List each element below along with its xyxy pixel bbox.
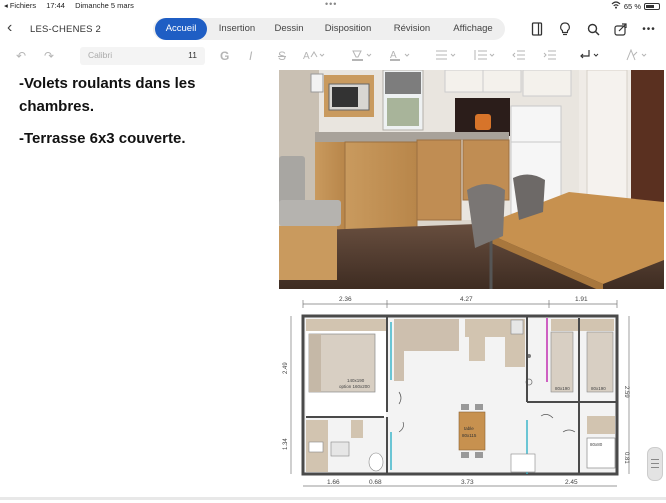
paragraph-mark-icon[interactable] <box>578 49 602 64</box>
font-size[interactable]: 11 <box>188 50 197 60</box>
font-name: Calibri <box>88 50 113 60</box>
styles-icon[interactable] <box>626 48 650 64</box>
chevron-left-icon[interactable]: ‹ <box>7 20 12 36</box>
increase-indent-icon[interactable] <box>543 49 557 64</box>
wifi-icon <box>611 1 621 11</box>
page-icon[interactable] <box>528 20 546 38</box>
dim-left-1: 2.49 <box>283 362 289 374</box>
more-icon[interactable]: ••• <box>640 20 658 38</box>
dim-bottom-4: 2.45 <box>565 479 578 486</box>
table-label: table <box>464 426 474 431</box>
clock: 17:44 <box>46 1 65 10</box>
scroll-handle[interactable] <box>647 447 663 481</box>
text-line-chambres[interactable]: chambres. <box>19 96 94 118</box>
bed-main-dim-1: 140x190 <box>347 378 365 383</box>
dim-top-1: 2.36 <box>339 296 352 303</box>
bold-button[interactable]: G <box>220 49 229 63</box>
lightbulb-icon[interactable] <box>556 20 574 38</box>
dim-right-1: 2.59 <box>623 386 629 398</box>
status-bar: ◂ Fichiers 17:44 Dimanche 5 mars ••• 65 … <box>0 0 666 12</box>
back-to-files[interactable]: ◂ Fichiers <box>4 1 36 10</box>
dim-right-2: 0.81 <box>623 452 629 464</box>
redo-icon[interactable]: ↷ <box>44 49 54 63</box>
bullet-list-icon[interactable] <box>435 49 459 64</box>
strikethrough-button[interactable]: S <box>278 49 286 63</box>
kitchen-photo[interactable] <box>279 70 664 289</box>
text-effects-icon[interactable]: A <box>303 49 325 64</box>
tab-disposition[interactable]: Disposition <box>315 18 381 40</box>
battery-icon <box>644 2 660 10</box>
italic-button[interactable]: I <box>249 49 252 63</box>
tab-revision[interactable]: Révision <box>385 18 439 40</box>
tab-affichage[interactable]: Affichage <box>443 18 503 40</box>
font-picker[interactable]: Calibri 11 <box>80 47 205 65</box>
format-toolbar: ↶ ↷ Calibri 11 G I S A A <box>0 46 666 68</box>
undo-icon[interactable]: ↶ <box>16 49 26 63</box>
multitask-dots[interactable]: ••• <box>325 0 337 9</box>
tab-accueil[interactable]: Accueil <box>155 18 207 40</box>
dim-bottom-1: 1.66 <box>327 479 340 486</box>
tab-dessin[interactable]: Dessin <box>267 18 311 40</box>
svg-text:A: A <box>303 51 310 61</box>
table-dim: 80x115 <box>462 433 477 438</box>
dim-bottom-3: 3.73 <box>461 479 474 486</box>
ribbon-tabs: Accueil Insertion Dessin Disposition Rév… <box>153 18 505 40</box>
font-color-icon[interactable]: A <box>389 49 413 64</box>
text-line-terrasse[interactable]: -Terrasse 6x3 couverte. <box>19 128 186 150</box>
decrease-indent-icon[interactable] <box>512 49 526 64</box>
floor-plan-image[interactable]: 2.36 4.27 1.91 140x190 option 160x200 80… <box>279 292 654 498</box>
bed-a-dim: 80x190 <box>555 386 570 391</box>
search-icon[interactable] <box>584 20 602 38</box>
document-title[interactable]: LES-CHENES 2 <box>30 24 101 35</box>
bed-b-dim: 80x190 <box>591 386 606 391</box>
tab-insertion[interactable]: Insertion <box>211 18 263 40</box>
app-toolbar: ‹ LES-CHENES 2 Accueil Insertion Dessin … <box>0 15 666 43</box>
share-icon[interactable] <box>612 20 630 38</box>
numbered-list-icon[interactable] <box>474 49 498 64</box>
dim-top-2: 4.27 <box>460 296 473 303</box>
highlight-icon[interactable] <box>351 49 375 64</box>
dim-left-2: 1.34 <box>283 438 289 450</box>
dim-bottom-2: 0.68 <box>369 479 382 486</box>
dim-top-3: 1.91 <box>575 296 588 303</box>
date: Dimanche 5 mars <box>75 1 134 10</box>
bed-main-dim-2: option 160x200 <box>339 384 370 389</box>
text-line-volets[interactable]: -Volets roulants dans les <box>19 73 195 95</box>
shower-dim: 80x80 <box>590 442 603 447</box>
battery-percent: 65 % <box>623 1 641 11</box>
